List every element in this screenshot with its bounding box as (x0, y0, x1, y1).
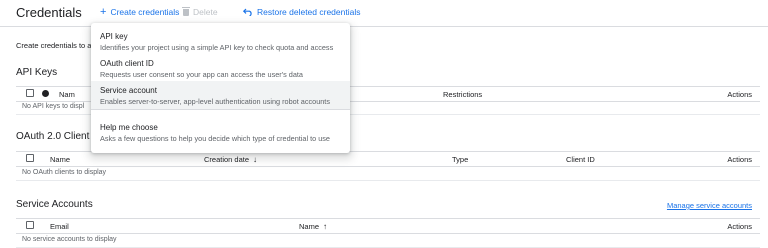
status-dot-icon (42, 90, 49, 97)
oauth-empty-text: No OAuth clients to display (22, 169, 107, 176)
api-keys-empty-text: No API keys to displ (22, 103, 85, 110)
service-accounts-empty-row: No service accounts to display (16, 234, 760, 248)
menu-divider (91, 109, 350, 110)
restore-deleted-credentials-button[interactable]: Restore deleted credentials (243, 7, 360, 17)
create-credentials-menu: API key Identifies your project using a … (91, 23, 350, 153)
delete-label: Delete (193, 7, 218, 17)
create-credentials-button[interactable]: + Create credentials (100, 6, 180, 18)
select-all-checkbox[interactable] (26, 154, 34, 162)
menu-item-title: OAuth client ID (100, 59, 154, 68)
column-actions: Actions (727, 155, 752, 164)
create-credentials-label: Create credentials (110, 7, 180, 17)
plus-icon: + (100, 6, 107, 18)
menu-item-description: Asks a few questions to help you decide … (100, 134, 330, 143)
oauth-header-row: Name Creation date ↓ Type Client ID Actio… (16, 151, 760, 167)
oauth-title: OAuth 2.0 Client I (16, 131, 95, 142)
arrow-down-icon: ↓ (253, 155, 258, 164)
menu-item-help-me-choose[interactable]: Help me choose Asks a few questions to h… (91, 118, 350, 146)
column-creation-date[interactable]: Creation date ↓ (204, 155, 257, 164)
manage-service-accounts-link[interactable]: Manage service accounts (667, 201, 752, 210)
service-accounts-header-row: Email Name ↑ Actions (16, 218, 760, 234)
arrow-up-icon: ↑ (323, 222, 328, 231)
service-accounts-title: Service Accounts (16, 199, 93, 210)
delete-button[interactable]: Delete (182, 6, 218, 17)
menu-item-description: Requests user consent so your app can ac… (100, 70, 303, 79)
column-type[interactable]: Type (452, 155, 468, 164)
column-email[interactable]: Email (50, 222, 69, 231)
select-all-checkbox[interactable] (26, 89, 34, 97)
column-name-label: Name (299, 222, 320, 231)
api-keys-title: API Keys (16, 67, 58, 78)
column-actions: Actions (727, 90, 752, 99)
intro-text: Create credentials to a (16, 41, 92, 50)
menu-item-title: Service account (100, 86, 157, 95)
oauth-empty-row: No OAuth clients to display (16, 167, 760, 181)
undo-icon (243, 8, 252, 16)
column-client-id[interactable]: Client ID (566, 155, 595, 164)
menu-item-api-key[interactable]: API key Identifies your project using a … (91, 27, 350, 55)
menu-item-oauth-client-id[interactable]: OAuth client ID Requests user consent so… (91, 54, 350, 82)
column-restrictions: Restrictions (443, 90, 483, 99)
column-name[interactable]: Name (50, 155, 70, 164)
select-all-checkbox[interactable] (26, 221, 34, 229)
menu-item-description: Identifies your project using a simple A… (100, 43, 334, 52)
column-name[interactable]: Nam (59, 90, 75, 99)
column-creation-date-label: Creation date (204, 155, 250, 164)
menu-item-service-account[interactable]: Service account Enables server-to-server… (91, 81, 350, 109)
menu-item-title: Help me choose (100, 123, 158, 132)
page-title: Credentials (16, 5, 82, 20)
service-accounts-empty-text: No service accounts to display (22, 236, 117, 243)
menu-item-description: Enables server-to-server, app-level auth… (100, 97, 330, 106)
trash-icon (182, 6, 190, 16)
column-name[interactable]: Name ↑ (299, 222, 327, 231)
menu-item-title: API key (100, 32, 128, 41)
column-actions: Actions (727, 222, 752, 231)
restore-label: Restore deleted credentials (257, 7, 361, 17)
